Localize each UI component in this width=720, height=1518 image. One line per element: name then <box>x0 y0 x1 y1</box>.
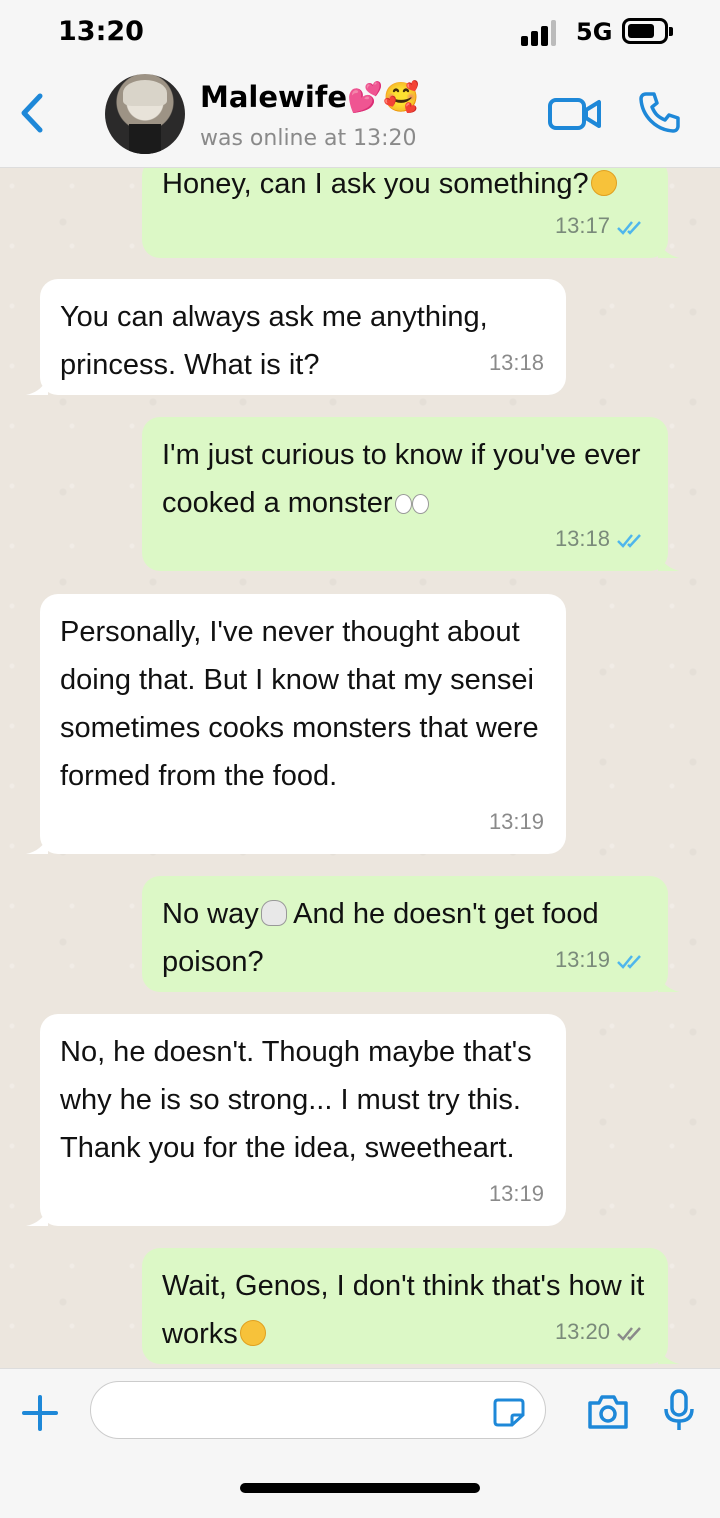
network-label: 5G <box>576 18 613 46</box>
signal-icon <box>521 20 565 46</box>
battery-icon <box>622 18 673 44</box>
voice-call-button[interactable] <box>638 90 682 134</box>
message-time: 13:19 <box>488 809 544 834</box>
status-bar: 13:20 5G <box>0 0 720 66</box>
message-meta: 13:17 <box>555 202 646 250</box>
skull-emoji <box>260 900 287 926</box>
message-text: No, he doesn't. Though maybe that's why … <box>60 1036 532 1164</box>
message-outgoing[interactable]: I'm just curious to know if you've ever … <box>142 417 680 571</box>
read-receipt-icon <box>617 955 641 970</box>
message-text: Personally, I've never thought about doi… <box>60 616 539 792</box>
message-time: 13:19 <box>488 1181 544 1206</box>
camera-icon <box>588 1395 628 1429</box>
message-text: You can always ask me anything, princess… <box>60 301 488 381</box>
back-button[interactable] <box>14 88 54 138</box>
message-incoming[interactable]: You can always ask me anything, princess… <box>26 279 566 395</box>
avatar[interactable] <box>105 74 185 154</box>
status-time: 13:20 <box>58 16 144 47</box>
message-incoming[interactable]: No, he doesn't. Though maybe that's why … <box>26 1014 566 1226</box>
sticker-icon <box>493 1398 525 1427</box>
message-text: I'm just curious to know if you've ever … <box>162 439 641 519</box>
chat-area[interactable]: Honey, can I ask you something? 13:17 Yo… <box>0 168 720 1368</box>
message-incoming[interactable]: Personally, I've never thought about doi… <box>26 594 566 854</box>
camera-button[interactable] <box>586 1393 630 1431</box>
microphone-button[interactable] <box>662 1389 696 1433</box>
plus-icon <box>22 1395 58 1431</box>
attach-button[interactable] <box>20 1393 60 1433</box>
message-meta: 13:18 <box>555 515 646 563</box>
message-outgoing[interactable]: Honey, can I ask you something? 13:17 <box>142 168 680 258</box>
video-call-button[interactable] <box>548 96 602 132</box>
message-time: 13:18 <box>488 350 544 375</box>
sticker-button[interactable] <box>492 1397 526 1427</box>
message-outgoing[interactable]: Wait, Genos, I don't think that's how it… <box>142 1248 680 1364</box>
contact-name[interactable]: Malewife💕🥰 <box>200 80 419 115</box>
input-bar <box>0 1368 720 1518</box>
read-receipt-icon <box>617 534 641 549</box>
upside-down-face-emoji <box>590 170 617 196</box>
message-input[interactable] <box>90 1381 546 1439</box>
home-indicator[interactable] <box>240 1483 480 1493</box>
microphone-icon <box>664 1389 694 1430</box>
back-icon <box>21 93 43 133</box>
read-receipt-icon <box>617 221 641 236</box>
flushed-face-emoji <box>239 1320 266 1346</box>
delivered-receipt-icon <box>617 1327 641 1342</box>
chat-header: Malewife💕🥰 was online at 13:20 <box>0 66 720 168</box>
message-outgoing[interactable]: No way And he doesn't get food poison? 1… <box>142 876 680 992</box>
message-meta: 13:20 <box>555 1308 646 1356</box>
eyes-emoji <box>394 494 429 514</box>
phone-icon <box>639 92 680 133</box>
contact-status: was online at 13:20 <box>200 126 417 151</box>
message-meta: 13:19 <box>555 936 646 984</box>
video-call-icon <box>548 98 601 130</box>
